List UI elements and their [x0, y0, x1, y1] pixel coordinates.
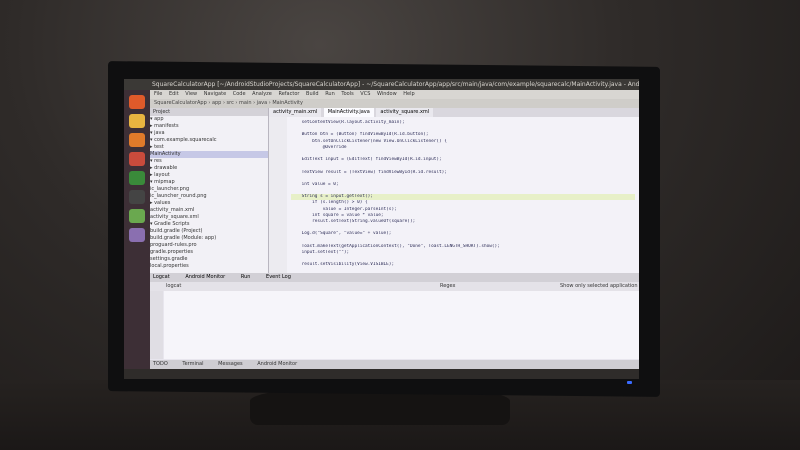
editor-tabs: activity_main.xml MainActivity.java acti… — [269, 108, 639, 117]
tab-event-log[interactable]: Event Log — [263, 274, 294, 280]
taskbar — [124, 369, 639, 379]
status-android-monitor[interactable]: Android Monitor — [254, 361, 297, 367]
tree-item[interactable]: ▸ manifests — [150, 123, 268, 130]
status-messages[interactable]: Messages — [215, 361, 243, 367]
console-output[interactable] — [164, 291, 639, 359]
tab-main-activity[interactable]: MainActivity.java — [323, 108, 374, 117]
tree-item[interactable]: build.gradle (Module: app) — [150, 235, 268, 242]
tree-item[interactable]: ▸ layout — [150, 172, 268, 179]
tree-item[interactable]: ▾ mipmap — [150, 179, 268, 186]
files-icon[interactable] — [129, 152, 145, 166]
tree-item[interactable]: build.gradle (Project) — [150, 228, 268, 235]
menu-build[interactable]: Build — [306, 91, 319, 97]
tab-activity-main[interactable]: activity_main.xml — [269, 108, 322, 117]
console-side-toolbar — [150, 291, 163, 359]
menu-navigate[interactable]: Navigate — [204, 91, 226, 97]
tree-item[interactable]: ▾ res — [150, 158, 268, 165]
code-area[interactable]: setContentView(R.layout.activity_main); … — [291, 120, 635, 304]
tree-item[interactable]: ▾ com.example.squarecalc — [150, 137, 268, 144]
tab-activity-square[interactable]: activity_square.xml — [376, 108, 434, 117]
code-editor: activity_main.xml MainActivity.java acti… — [269, 108, 639, 304]
android-studio-icon[interactable] — [129, 209, 145, 223]
terminal-icon[interactable] — [129, 190, 145, 204]
tree-item[interactable]: ▸ test — [150, 144, 268, 151]
status-terminal[interactable]: Terminal — [179, 361, 203, 367]
project-panel-header[interactable]: Project — [150, 108, 268, 116]
power-led-icon — [627, 381, 632, 384]
browser-icon[interactable] — [129, 114, 145, 128]
filter-select[interactable]: Regex — [440, 282, 455, 291]
menu-view[interactable]: View — [185, 91, 197, 97]
menu-vcs[interactable]: VCS — [360, 91, 370, 97]
tree-item[interactable]: MainActivity — [150, 151, 268, 158]
tab-run[interactable]: Run — [238, 274, 254, 280]
menu-tools[interactable]: Tools — [341, 91, 353, 97]
tree-item[interactable]: local.properties — [150, 263, 268, 270]
window-title: SquareCalculatorApp [~/AndroidStudioProj… — [124, 79, 639, 90]
launcher — [124, 90, 150, 379]
project-tree: ▾ app ▸ manifests ▾ java ▾ com.example.s… — [150, 116, 268, 270]
monitor-screen: SquareCalculatorApp [~/AndroidStudioProj… — [124, 79, 639, 379]
menu-run[interactable]: Run — [325, 91, 335, 97]
breadcrumb[interactable]: SquareCalculatorApp › app › src › main ›… — [150, 99, 639, 108]
menu-help[interactable]: Help — [403, 91, 414, 97]
menu-bar: File Edit View Navigate Code Analyze Ref… — [150, 90, 639, 99]
tree-item[interactable]: ▸ values — [150, 200, 268, 207]
tree-item[interactable]: ▸ drawable — [150, 165, 268, 172]
firefox-icon[interactable] — [129, 133, 145, 147]
tree-item[interactable]: ▾ java — [150, 130, 268, 137]
tab-android-monitor[interactable]: Android Monitor — [182, 274, 228, 280]
show-only-select[interactable]: Show only selected application — [560, 282, 638, 291]
menu-refactor[interactable]: Refactor — [278, 91, 299, 97]
menu-file[interactable]: File — [154, 91, 162, 97]
tree-item[interactable]: ic_launcher.png — [150, 186, 268, 193]
console-toolbar: logcat Regex Show only selected applicat… — [150, 282, 639, 291]
line-gutter — [269, 117, 287, 273]
tree-item[interactable]: proguard-rules.pro — [150, 242, 268, 249]
app-icon[interactable] — [129, 228, 145, 242]
spotify-icon[interactable] — [129, 171, 145, 185]
status-todo[interactable]: TODO — [150, 361, 168, 367]
status-bar: TODO Terminal Messages Android Monitor — [150, 360, 639, 369]
project-panel: Project ▾ app ▸ manifests ▾ java ▾ com.e… — [150, 108, 269, 273]
tree-item[interactable]: ▾ app — [150, 116, 268, 123]
menu-analyze[interactable]: Analyze — [252, 91, 272, 97]
menu-window[interactable]: Window — [377, 91, 397, 97]
tree-item[interactable]: ▾ Gradle Scripts — [150, 221, 268, 228]
tree-item[interactable]: gradle.properties — [150, 249, 268, 256]
console-label: logcat — [166, 283, 182, 289]
tree-item[interactable]: ic_launcher_round.png — [150, 193, 268, 200]
tree-item[interactable]: settings.gradle — [150, 256, 268, 263]
tree-item[interactable]: activity_main.xml — [150, 207, 268, 214]
menu-edit[interactable]: Edit — [169, 91, 179, 97]
tab-logcat[interactable]: Logcat — [150, 274, 173, 280]
tree-item[interactable]: activity_square.xml — [150, 214, 268, 221]
ubuntu-icon[interactable] — [129, 95, 145, 109]
menu-code[interactable]: Code — [233, 91, 246, 97]
bottom-tool-tabs: Logcat Android Monitor Run Event Log — [150, 273, 639, 282]
